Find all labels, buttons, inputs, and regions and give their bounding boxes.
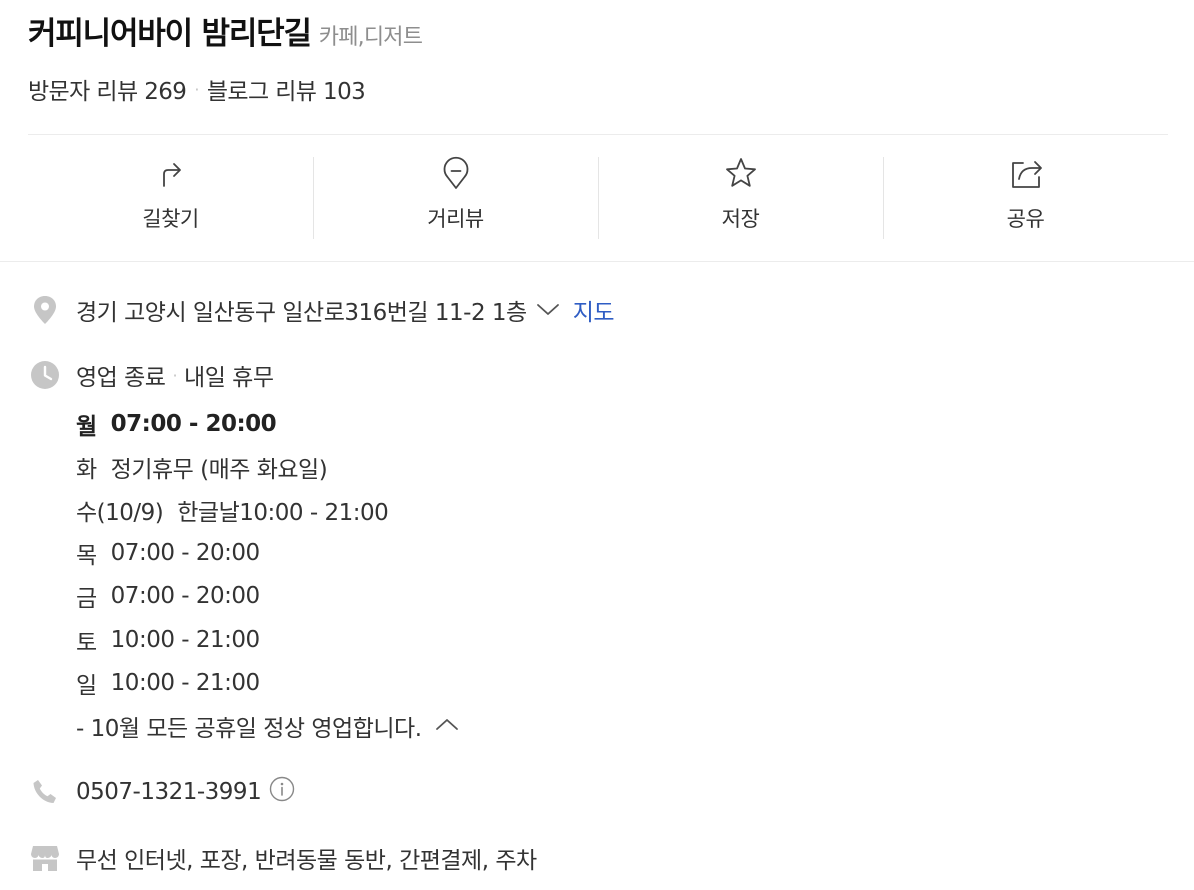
place-name: 커피니어바이 밤리단길 [28, 16, 312, 52]
visitor-review-link[interactable]: 방문자 리뷰 269 [28, 72, 187, 106]
save-label: 저장 [721, 207, 760, 231]
streetview-icon [443, 156, 468, 189]
hours-day: 수(10/9) [76, 499, 164, 526]
clock-icon [30, 360, 60, 390]
streetview-label: 거리뷰 [427, 207, 484, 231]
phone-number[interactable]: 0507-1321-3991 [76, 779, 262, 805]
review-row: 방문자 리뷰 269 · 블로그 리뷰 103 [28, 72, 1168, 106]
hours-row-wed: 수(10/9) 한글날10:00 - 21:00 [76, 488, 460, 531]
amenities-text: 무선 인터넷, 포장, 반려동물 동반, 간편결제, 주차 [76, 848, 537, 874]
review-separator: · [194, 79, 199, 99]
business-state: 영업 종료 [76, 365, 166, 391]
hours-collapse-icon[interactable] [434, 713, 460, 739]
amenities-section: 무선 인터넷, 포장, 반려동물 동반, 간편결제, 주차 [30, 841, 1170, 875]
blog-review-link[interactable]: 블로그 리뷰 103 [207, 72, 366, 106]
hours-row-sat: 토 10:00 - 21:00 [76, 618, 460, 661]
hours-row-thu: 목 07:00 - 20:00 [76, 532, 460, 575]
hours-day: 월 [76, 413, 97, 440]
directions-button[interactable]: 길찾기 [28, 135, 313, 261]
hours-day: 토 [76, 629, 97, 656]
hours-time: 07:00 - 20:00 [110, 410, 277, 437]
map-link[interactable]: 지도 [573, 293, 615, 327]
share-icon [1011, 161, 1042, 188]
phone-icon [30, 777, 60, 807]
store-icon [30, 843, 60, 873]
phone-row: 0507-1321-3991 [30, 776, 1170, 808]
hours-section: 영업 종료 · 내일 휴무 [30, 358, 1170, 392]
place-category: 카페,디저트 [318, 25, 423, 50]
directions-icon [162, 163, 181, 187]
section-divider [0, 261, 1194, 262]
title-row: 커피니어바이 밤리단길 카페,디저트 [28, 8, 1168, 52]
streetview-button[interactable]: 거리뷰 [313, 135, 598, 261]
hours-time: 10:00 - 21:00 [110, 626, 261, 653]
address-row: 경기 고양시 일산동구 일산로316번길 11-2 1층 지도 [30, 293, 1170, 327]
hours-day: 목 [76, 543, 97, 570]
phone-section: 0507-1321-3991 [30, 776, 1170, 808]
place-header: 커피니어바이 밤리단길 카페,디저트 방문자 리뷰 269 · 블로그 리뷰 1… [28, 8, 1168, 106]
hours-day: 일 [76, 672, 97, 699]
hours-note-row: - 10월 모든 공휴일 정상 영업합니다. [76, 704, 460, 747]
address-expand-icon[interactable] [535, 297, 561, 323]
hours-note: - 10월 모든 공휴일 정상 영업합니다. [76, 715, 422, 742]
amenities-row: 무선 인터넷, 포장, 반려동물 동반, 간편결제, 주차 [30, 841, 1170, 875]
hours-row-mon: 월 07:00 - 20:00 [76, 402, 460, 445]
hours-time: 07:00 - 20:00 [110, 540, 261, 567]
star-icon [725, 158, 756, 187]
share-label: 공유 [1006, 207, 1045, 231]
status-separator: · [172, 365, 178, 385]
hours-day: 화 [76, 456, 97, 483]
hours-row-tue: 화 정기휴무 (매주 화요일) [76, 445, 460, 488]
action-bar: 길찾기 거리뷰 저장 공유 [28, 135, 1168, 261]
hours-day: 금 [76, 586, 97, 613]
hours-time: 정기휴무 (매주 화요일) [110, 456, 328, 483]
hours-time: 한글날10:00 - 21:00 [177, 499, 389, 526]
save-button[interactable]: 저장 [598, 135, 883, 261]
hours-row-sun: 일 10:00 - 21:00 [76, 661, 460, 704]
location-pin-icon [30, 295, 60, 325]
hours-time: 07:00 - 20:00 [110, 583, 261, 610]
share-button[interactable]: 공유 [883, 135, 1168, 261]
address-text: 경기 고양시 일산동구 일산로316번길 11-2 1층 [76, 300, 527, 326]
info-icon[interactable] [269, 776, 295, 808]
next-status: 내일 휴무 [184, 365, 274, 391]
hours-row-fri: 금 07:00 - 20:00 [76, 575, 460, 618]
directions-label: 길찾기 [142, 207, 199, 231]
business-status-row[interactable]: 영업 종료 · 내일 휴무 [30, 358, 1170, 392]
hours-time: 10:00 - 21:00 [110, 669, 261, 696]
hours-list: 월 07:00 - 20:00 화 정기휴무 (매주 화요일) 수(10/9) … [76, 402, 460, 748]
address-section: 경기 고양시 일산동구 일산로316번길 11-2 1층 지도 [30, 293, 1170, 327]
